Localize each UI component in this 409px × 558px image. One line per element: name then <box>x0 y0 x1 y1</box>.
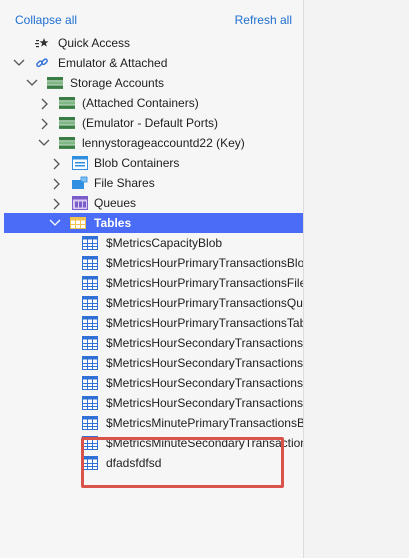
table-row[interactable]: $MetricsHourPrimaryTransactionsQueue <box>4 293 303 313</box>
table-row-label: $MetricsHourPrimaryTransactionsFile <box>106 276 303 290</box>
table-row-label: $MetricsMinutePrimaryTransactionsBlob <box>106 416 303 430</box>
table-row[interactable]: $MetricsMinuteSecondaryTransactionsBlob <box>4 433 303 453</box>
refresh-all-button[interactable]: Refresh all <box>235 13 292 27</box>
tree-item-label: Storage Accounts <box>70 76 165 90</box>
table-icon <box>82 356 98 370</box>
blob-containers-icon <box>72 156 88 170</box>
table-row[interactable]: $MetricsHourPrimaryTransactionsFile <box>4 273 303 293</box>
tree-item-quick-access[interactable]: Quick Access <box>4 33 303 53</box>
tree-item-emulator-default-ports[interactable]: (Emulator - Default Ports) <box>4 113 303 133</box>
tree-item-emulator-attached[interactable]: Emulator & Attached <box>4 53 303 73</box>
queues-icon <box>72 196 88 210</box>
chevron-right-icon[interactable] <box>39 93 51 113</box>
table-icon <box>82 436 98 450</box>
main-content-area <box>303 0 409 558</box>
table-row-label: $MetricsHourSecondaryTransactionsFile <box>106 356 303 370</box>
table-row[interactable]: $MetricsHourPrimaryTransactionsBlob <box>4 253 303 273</box>
tree-item-label: Quick Access <box>58 36 131 50</box>
table-icon <box>82 376 98 390</box>
chevron-right-icon[interactable] <box>51 153 63 173</box>
table-icon <box>82 336 98 350</box>
table-row-label: $MetricsMinuteSecondaryTransactionsBlob <box>106 436 303 450</box>
table-row-label: dfadsfdfsd <box>106 456 162 470</box>
chevron-down-icon[interactable] <box>49 213 61 233</box>
tree-item-label: (Attached Containers) <box>82 96 199 110</box>
storage-account-icon <box>59 136 75 150</box>
table-row[interactable]: $MetricsHourSecondaryTransactionsFile <box>4 353 303 373</box>
tree-item-queues[interactable]: Queues <box>4 193 303 213</box>
tree-item-file-shares[interactable]: File Shares <box>4 173 303 193</box>
table-row-label: $MetricsHourSecondaryTransactionsBlob <box>106 336 303 350</box>
table-row[interactable]: $MetricsHourSecondaryTransactionsBlob <box>4 333 303 353</box>
table-row-label: $MetricsHourPrimaryTransactionsBlob <box>106 256 303 270</box>
table-row[interactable]: $MetricsMinutePrimaryTransactionsBlob <box>4 413 303 433</box>
tree-item-label: File Shares <box>94 176 155 190</box>
explorer-toolbar: Collapse all Refresh all <box>0 0 303 36</box>
chevron-right-icon[interactable] <box>51 173 63 193</box>
tree-item-tables[interactable]: Tables <box>4 213 303 233</box>
table-row[interactable]: $MetricsHourPrimaryTransactionsTable <box>4 313 303 333</box>
chevron-right-icon[interactable] <box>51 193 63 213</box>
chevron-right-icon[interactable] <box>39 113 51 133</box>
table-icon <box>82 416 98 430</box>
table-row[interactable]: $MetricsHourSecondaryTransactionsTable <box>4 393 303 413</box>
tree-item-label: Queues <box>94 196 137 210</box>
table-icon <box>82 396 98 410</box>
tables-icon <box>70 216 86 230</box>
tree-item-label: lennystorageaccountd22 (Key) <box>82 136 245 150</box>
table-row-label: $MetricsCapacityBlob <box>106 236 223 250</box>
tree-item-label: Tables <box>94 216 132 230</box>
storage-account-icon <box>59 116 75 130</box>
table-icon <box>82 256 98 270</box>
table-row[interactable]: $MetricsCapacityBlob <box>4 233 303 253</box>
table-icon <box>82 316 98 330</box>
table-row-label: $MetricsHourSecondaryTransactionsQueue <box>106 376 303 390</box>
storage-accounts-icon <box>47 76 63 90</box>
tree-item-blob-containers[interactable]: Blob Containers <box>4 153 303 173</box>
table-row-label: $MetricsHourPrimaryTransactionsTable <box>106 316 303 330</box>
tree-item-storage-account-key[interactable]: lennystorageaccountd22 (Key) <box>4 133 303 153</box>
table-row-label: $MetricsHourSecondaryTransactionsTable <box>106 396 303 410</box>
chevron-down-icon[interactable] <box>38 133 50 153</box>
tree-item-storage-accounts[interactable]: Storage Accounts <box>4 73 303 93</box>
table-icon <box>82 296 98 310</box>
chevron-down-icon[interactable] <box>26 73 38 93</box>
table-icon <box>82 236 98 250</box>
link-icon <box>35 56 49 70</box>
storage-account-icon <box>59 96 75 110</box>
table-icon <box>82 456 98 470</box>
tree-item-label: Emulator & Attached <box>58 56 168 70</box>
chevron-down-icon[interactable] <box>13 53 25 73</box>
table-row[interactable]: dfadsfdfsd <box>4 453 303 473</box>
table-row[interactable]: $MetricsHourSecondaryTransactionsQueue <box>4 373 303 393</box>
tree-item-label: (Emulator - Default Ports) <box>82 116 219 130</box>
file-shares-icon <box>72 176 88 190</box>
table-row-label: $MetricsHourPrimaryTransactionsQueue <box>106 296 303 310</box>
quick-access-icon <box>35 36 49 50</box>
tree-item-attached-containers[interactable]: (Attached Containers) <box>4 93 303 113</box>
tree-item-label: Blob Containers <box>94 156 180 170</box>
collapse-all-button[interactable]: Collapse all <box>15 13 77 27</box>
table-icon <box>82 276 98 290</box>
explorer-panel: Collapse all Refresh all Quick Access Em… <box>0 0 303 558</box>
